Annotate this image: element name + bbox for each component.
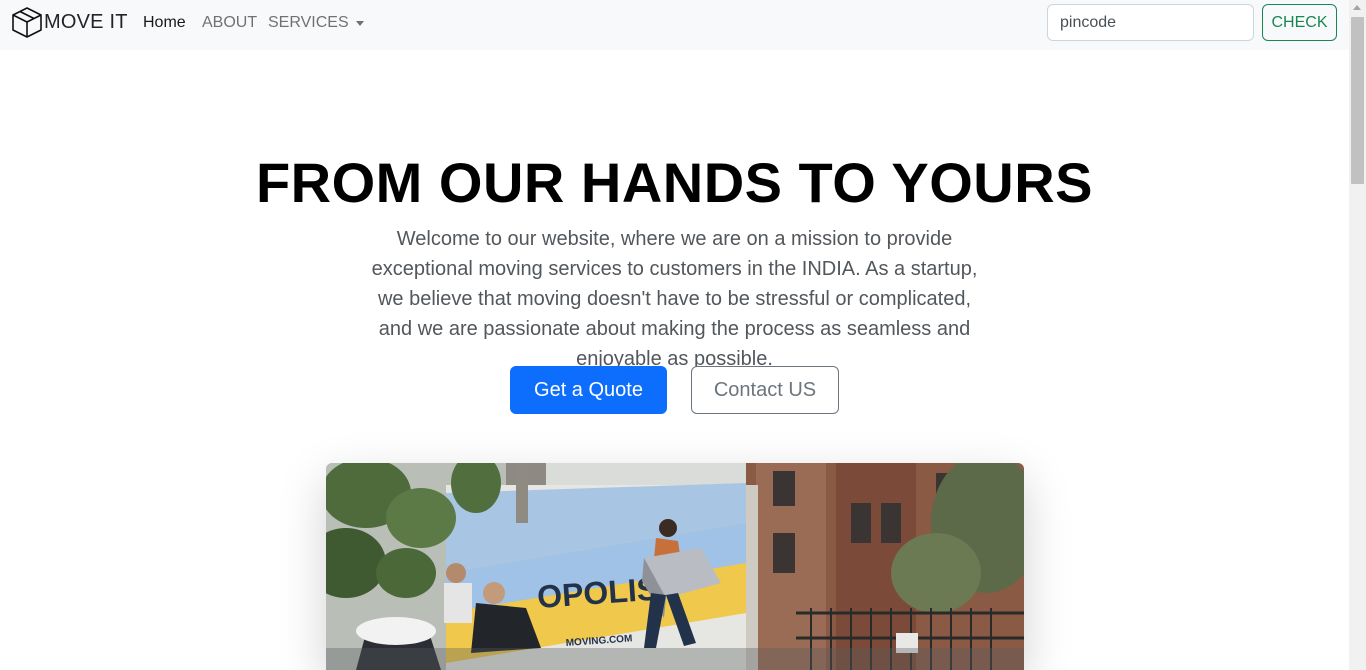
- get-quote-button[interactable]: Get a Quote: [510, 366, 667, 414]
- page-scrollbar[interactable]: [1349, 0, 1366, 670]
- nav-home[interactable]: Home: [143, 13, 186, 33]
- pincode-input[interactable]: [1047, 4, 1254, 41]
- scroll-up-arrow-icon[interactable]: [1353, 5, 1361, 10]
- hero-description: Welcome to our website, where we are on …: [371, 228, 978, 370]
- nav-services-dropdown[interactable]: SERVICES: [268, 13, 364, 33]
- check-button[interactable]: CHECK: [1262, 4, 1337, 41]
- scrollbar-thumb[interactable]: [1351, 17, 1364, 184]
- contact-us-button[interactable]: Contact US: [691, 366, 839, 414]
- nav-about[interactable]: ABOUT: [202, 13, 257, 33]
- hero-title: FROM OUR HANDS TO YOURS: [255, 151, 1094, 214]
- brand-link[interactable]: MOVE IT: [11, 6, 128, 38]
- hero-image-movers-truck: OPOLIS MOVING.COM: [326, 463, 1024, 670]
- caret-down-icon: [355, 21, 364, 26]
- nav-services-label: SERVICES: [268, 14, 349, 31]
- brand-name: MOVE IT: [44, 10, 128, 33]
- box-icon: [12, 7, 42, 38]
- page: MOVE IT Home ABOUT SERVICES CHECK FROM O…: [0, 0, 1366, 670]
- navbar: MOVE IT Home ABOUT SERVICES CHECK: [0, 0, 1349, 50]
